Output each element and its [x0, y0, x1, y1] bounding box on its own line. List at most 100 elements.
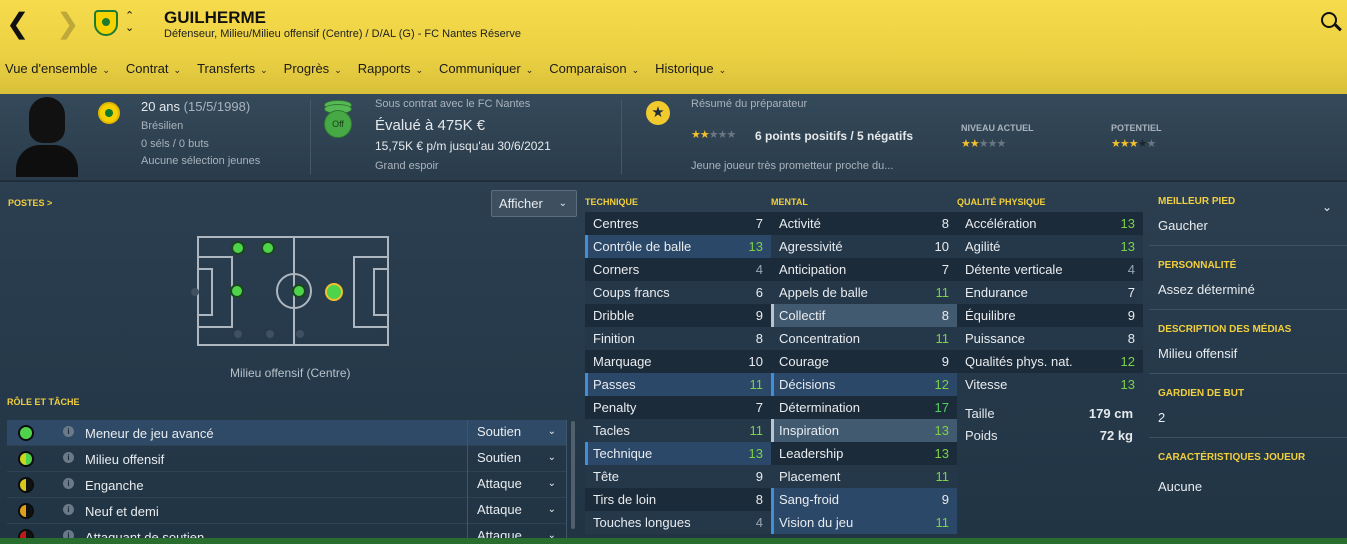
attribute-value: 7 — [1127, 285, 1135, 300]
info-icon[interactable]: i — [63, 504, 74, 515]
attribute-row[interactable]: Vision du jeu 11 — [771, 511, 957, 534]
attribute-row[interactable]: Penalty 7 — [585, 396, 771, 419]
position-dot-empty[interactable] — [266, 330, 274, 338]
attribute-row[interactable]: Collectif 8 — [771, 304, 957, 327]
attribute-row[interactable]: Sang-froid 9 — [771, 488, 957, 511]
attribute-row[interactable]: Concentration 11 — [771, 327, 957, 350]
attribute-value: 8 — [755, 331, 763, 346]
attribute-row[interactable]: Tirs de loin 8 — [585, 488, 771, 511]
info-icon[interactable]: i — [63, 452, 74, 463]
chevron-down-icon[interactable]: ⌄ — [125, 22, 134, 34]
attribute-row[interactable]: Tête 9 — [585, 465, 771, 488]
attribute-row[interactable]: Placement 11 — [771, 465, 957, 488]
nationality-flag-icon[interactable] — [98, 102, 120, 124]
forward-arrow-icon[interactable]: ❯ — [56, 4, 79, 44]
role-row[interactable]: i Enganche Attaque ⌄ — [7, 472, 567, 498]
position-dot-empty[interactable] — [296, 330, 304, 338]
attribute-value: 9 — [941, 354, 949, 369]
attribute-value: 7 — [755, 216, 763, 231]
positions-title[interactable]: POSTES > — [8, 198, 52, 208]
tab-history[interactable]: Historique ⌄ — [655, 58, 726, 88]
attribute-row[interactable]: Centres 7 — [585, 212, 771, 235]
attribute-row[interactable]: Leadership 13 — [771, 442, 957, 465]
role-row[interactable]: i Neuf et demi Attaque ⌄ — [7, 498, 567, 524]
attribute-value: 7 — [755, 400, 763, 415]
search-icon[interactable] — [1320, 11, 1342, 33]
mental-title: MENTAL — [771, 197, 808, 207]
attribute-row[interactable]: Accélération 13 — [957, 212, 1143, 235]
attribute-row[interactable]: Marquage 10 — [585, 350, 771, 373]
info-icon[interactable]: i — [63, 478, 74, 489]
attribute-row[interactable]: Dribble 9 — [585, 304, 771, 327]
attribute-name: Leadership — [779, 446, 844, 461]
attribute-row[interactable]: Courage 9 — [771, 350, 957, 373]
attribute-name: Qualités phys. nat. — [965, 354, 1073, 369]
attribute-name: Détermination — [779, 400, 860, 415]
tab-compare[interactable]: Comparaison ⌄ — [549, 58, 639, 88]
show-dropdown[interactable]: Afficher ⌄ — [491, 190, 577, 217]
attribute-name: Vision du jeu — [779, 515, 854, 530]
position-dot[interactable] — [231, 241, 245, 255]
roles-scrollbar[interactable] — [571, 421, 575, 529]
tab-overview[interactable]: Vue d'ensemble ⌄ — [5, 58, 110, 96]
position-dot[interactable] — [292, 284, 306, 298]
position-dot-selected[interactable] — [325, 283, 343, 301]
scout-summary[interactable]: Jeune joueur très prometteur proche du..… — [691, 160, 893, 172]
right-column: MEILLEUR PIED Gaucher PERSONNALITÉ Assez… — [1149, 196, 1347, 494]
attribute-row[interactable]: Agressivité 10 — [771, 235, 957, 258]
chevron-down-icon[interactable]: ⌄ — [1322, 200, 1332, 214]
contract-coins-icon: Off — [324, 100, 352, 138]
position-dot[interactable] — [261, 241, 275, 255]
attribute-row[interactable]: Passes 11 — [585, 373, 771, 396]
chevron-down-icon: ⌄ — [547, 478, 556, 489]
role-row[interactable]: i Milieu offensif Soutien ⌄ — [7, 446, 567, 472]
attribute-name: Touches longues — [593, 515, 691, 530]
club-crest-icon[interactable] — [94, 10, 118, 36]
attribute-name: Tacles — [593, 423, 630, 438]
technique-title: TECHNIQUE — [585, 197, 639, 207]
duty-dropdown[interactable]: Attaque ⌄ — [467, 472, 567, 498]
position-dot[interactable] — [230, 284, 244, 298]
attribute-row[interactable]: Puissance 8 — [957, 327, 1143, 350]
media-description-value: Milieu offensif — [1158, 346, 1238, 361]
attribute-row[interactable]: Décisions 12 — [771, 373, 957, 396]
attribute-row[interactable]: Qualités phys. nat. 12 — [957, 350, 1143, 373]
duty-dropdown[interactable]: Soutien ⌄ — [467, 420, 567, 446]
back-arrow-icon[interactable]: ❮ — [6, 4, 29, 44]
weight-row: Poids 72 kg — [957, 424, 1141, 446]
tab-transfers[interactable]: Transferts ⌄ — [197, 58, 268, 88]
attribute-row[interactable]: Détente verticale 4 — [957, 258, 1143, 281]
attribute-row[interactable]: Appels de balle 11 — [771, 281, 957, 304]
height-label: Taille — [965, 406, 995, 421]
position-dot-empty[interactable] — [191, 288, 199, 296]
attribute-value: 10 — [748, 354, 763, 369]
position-dot-empty[interactable] — [234, 330, 242, 338]
role-name: Enganche — [85, 478, 144, 493]
tab-reports[interactable]: Rapports ⌄ — [358, 58, 423, 88]
attribute-row[interactable]: Corners 4 — [585, 258, 771, 281]
attribute-row[interactable]: Technique 13 — [585, 442, 771, 465]
tab-communicate[interactable]: Communiquer ⌄ — [439, 58, 533, 88]
attribute-row[interactable]: Vitesse 13 — [957, 373, 1143, 396]
attribute-row[interactable]: Détermination 17 — [771, 396, 957, 419]
show-dropdown-label: Afficher — [499, 196, 543, 211]
role-row[interactable]: i Meneur de jeu avancé Soutien ⌄ — [7, 420, 567, 446]
attribute-row[interactable]: Coups francs 6 — [585, 281, 771, 304]
attribute-row[interactable]: Finition 8 — [585, 327, 771, 350]
attribute-row[interactable]: Équilibre 9 — [957, 304, 1143, 327]
duty-dropdown[interactable]: Soutien ⌄ — [467, 446, 567, 472]
attribute-value: 4 — [755, 262, 763, 277]
attribute-row[interactable]: Activité 8 — [771, 212, 957, 235]
tab-progress[interactable]: Progrès ⌄ — [284, 58, 342, 88]
attribute-name: Contrôle de balle — [593, 239, 692, 254]
attribute-row[interactable]: Touches longues 4 — [585, 511, 771, 534]
tab-contract[interactable]: Contrat ⌄ — [126, 58, 181, 88]
duty-dropdown[interactable]: Attaque ⌄ — [467, 498, 567, 524]
attribute-row[interactable]: Agilité 13 — [957, 235, 1143, 258]
attribute-row[interactable]: Inspiration 13 — [771, 419, 957, 442]
info-icon[interactable]: i — [63, 426, 74, 437]
attribute-row[interactable]: Anticipation 7 — [771, 258, 957, 281]
attribute-row[interactable]: Tacles 11 — [585, 419, 771, 442]
attribute-row[interactable]: Endurance 7 — [957, 281, 1143, 304]
attribute-row[interactable]: Contrôle de balle 13 — [585, 235, 771, 258]
